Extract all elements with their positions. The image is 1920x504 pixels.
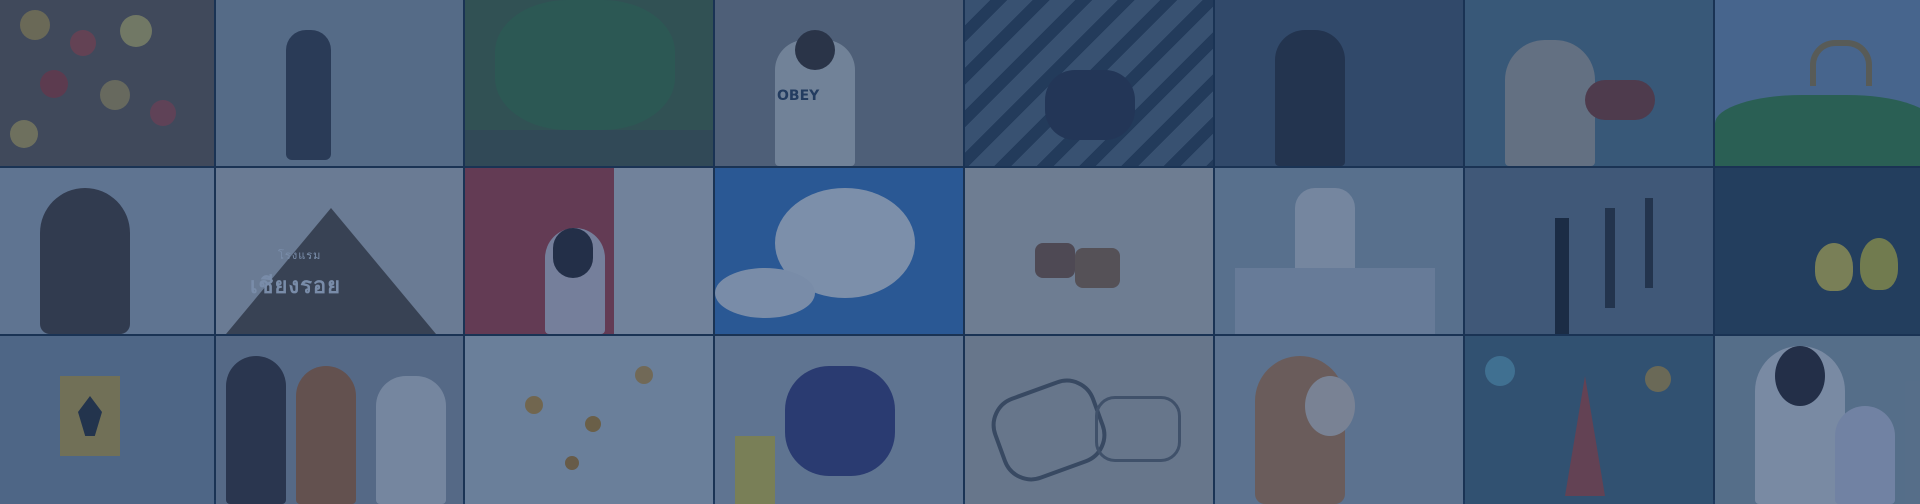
- photo-hotel-sign: โรงแรม เชียงรอย: [216, 168, 463, 334]
- tint-overlay: [216, 0, 463, 166]
- photo-three-girls: [216, 336, 463, 504]
- photo-street-vendor: [1215, 168, 1463, 334]
- photo-girl-walking-fog: [216, 0, 463, 166]
- photo-bollards-street: [1465, 168, 1713, 334]
- photo-boy-on-scooter: OBEY: [715, 0, 963, 166]
- photo-mother-and-baby: [1715, 336, 1920, 504]
- photo-old-man-playing-violin: [1465, 0, 1713, 166]
- photo-mosaic-banner: OBEY โรงแรม เชียงรอย: [0, 0, 1920, 504]
- hotel-sign-text: เชียงรอย: [250, 274, 342, 299]
- photo-sandals-on-sand: [965, 168, 1213, 334]
- photo-garden-arch: [1715, 0, 1920, 166]
- photo-girl-with-phone: [465, 168, 713, 334]
- hotel-sign-small-text: โรงแรม: [278, 249, 322, 262]
- photo-bokeh-ornament: [1465, 336, 1713, 504]
- photo-person-in-rain: [1215, 0, 1463, 166]
- photo-drawing-in-sand: [965, 336, 1213, 504]
- photo-hanging-ornaments: [0, 0, 214, 166]
- photo-rubber-ducks: [1715, 168, 1920, 334]
- photo-wild-flowers: [465, 336, 713, 504]
- photo-deer-sign-street: [0, 336, 214, 504]
- photo-girl-crouching: [715, 336, 963, 504]
- shirt-print-text: OBEY: [777, 88, 820, 104]
- photo-girl-holding-leaf: [1215, 336, 1463, 504]
- photo-girl-profile-portrait: [0, 168, 214, 334]
- photo-feet-on-stairs: [965, 0, 1213, 166]
- photo-sky-clouds-windows: [715, 168, 963, 334]
- tint-overlay: [1465, 168, 1713, 334]
- photo-trees-park: [465, 0, 713, 166]
